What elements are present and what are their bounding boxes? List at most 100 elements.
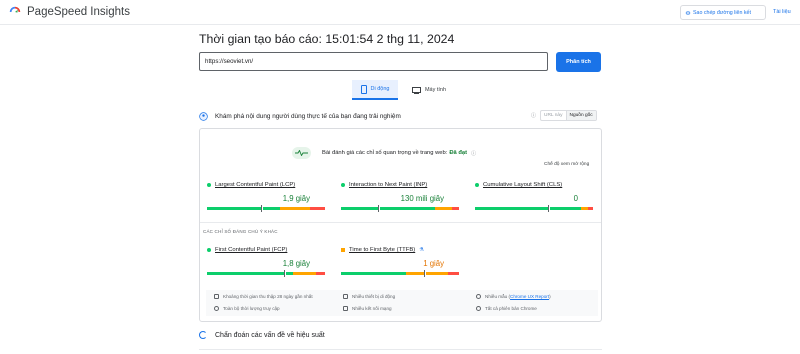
desktop-icon [411,86,421,94]
metric-name[interactable]: Time to First Byte (TTFB) [349,247,415,253]
bar-good-segment [207,207,281,210]
copy-link-button[interactable]: Sao chép đường liên kết [680,5,766,20]
metric-name[interactable]: Cumulative Layout Shift (CLS) [483,182,562,188]
diagnose-heading-text: Chẩn đoán các vấn đề về hiệu suất [215,331,325,339]
diagnose-heading: Chẩn đoán các vấn đề về hiệu suất [199,331,325,339]
metric-lcp: Largest Contentful Paint (LCP) 1,9 giây [207,182,325,212]
distribution-bar [207,270,325,277]
cwv-assessment: Bài đánh giá các chỉ số quan trọng về tr… [292,147,476,159]
pulse-icon [295,150,308,156]
chrome-ux-report-link[interactable]: Chrome UX Report [510,294,549,299]
users-icon [199,111,208,121]
assessment-result: Đã đạt [449,150,468,156]
metric-inp: Interaction to Next Paint (INP) 130 mili… [341,182,459,212]
divider [200,222,601,223]
info-samples: Nhiều mẫu (Chrome UX Report) [476,294,551,299]
analyze-button[interactable]: Phân tích [556,52,601,72]
info-duration-text: Toàn bộ thời lượng truy cập [223,306,280,311]
url-origin-toggle[interactable]: URL này Nguồn gốc [540,110,597,121]
status-dot [207,248,211,252]
distribution-bar [207,205,325,212]
info-period: Khoảng thời gian thu thập 28 ngày gần nh… [214,294,313,299]
bar-good-segment [475,207,582,210]
info-connections: Nhiều kết nối mạng [343,306,392,311]
info-connections-text: Nhiều kết nối mạng [352,306,392,311]
bar-average-segment [293,272,316,275]
info-period-text: Khoảng thời gian thu thập 28 ngày gần nh… [223,294,313,299]
info-devices-text: Nhiều thiết bị di động [352,294,396,299]
clock-icon [214,306,219,311]
metric-name[interactable]: First Contentful Paint (FCP) [215,247,287,253]
seg-origin[interactable]: Nguồn gốc [565,111,596,120]
pagespeed-logo-icon [9,6,21,13]
app-name: PageSpeed Insights [27,6,130,18]
metric-name[interactable]: Largest Contentful Paint (LCP) [215,182,295,188]
distribution-bar [341,205,459,212]
info-chrome-text: Tất cả phiên bản Chrome [485,306,537,311]
status-dot [341,183,345,187]
tab-desktop[interactable]: Máy tính [404,80,454,100]
bar-good-segment [341,272,406,275]
other-metrics-label: CÁC CHỈ SỐ ĐÁNG CHÚ Ý KHÁC [203,229,278,234]
seg-url[interactable]: URL này [541,111,566,120]
people-icon [476,294,481,299]
percentile-marker [423,270,426,277]
tab-mobile-label: Di động [370,86,390,92]
metric-value: 1,9 giây [282,194,310,203]
distribution-bar [475,205,593,212]
metric-fcp: First Contentful Paint (FCP) 1,8 giây [207,247,325,277]
percentile-marker [261,205,264,212]
status-square [341,248,345,252]
percentile-marker [283,270,286,277]
cwv-badge [292,147,311,159]
info-duration: Toàn bộ thời lượng truy cập [214,306,280,311]
metric-value: 130 mili giây [400,194,444,203]
copy-link-label: Sao chép đường liên kết [693,9,751,16]
percentile-marker [377,205,380,212]
tab-mobile[interactable]: Di động [352,80,398,100]
bar-average-segment [405,272,449,275]
info-samples-text: Nhiều mẫu [485,294,508,299]
status-dot [207,183,211,187]
chrome-icon [476,306,481,311]
bar-good-segment [341,207,436,210]
metric-value: 0 [573,194,578,203]
assessment-info-icon[interactable]: ⓘ [471,150,476,157]
distribution-bar [341,270,459,277]
bar-poor-segment [448,272,459,275]
metric-value: 1,8 giây [282,259,310,268]
mobile-icon [360,84,367,94]
bar-good-segment [207,272,294,275]
assessment-prefix: Bài đánh giá các chỉ số quan trọng về tr… [322,150,448,156]
bar-average-segment [581,207,589,210]
bar-poor-segment [451,207,459,210]
experimental-icon: ⚗ [419,247,424,253]
bar-average-segment [435,207,452,210]
calendar-icon [214,294,219,299]
status-dot [475,183,479,187]
divider [199,349,602,350]
url-input[interactable]: https://seoviet.vn/ [199,52,548,71]
metric-ttfb: Time to First Byte (TTFB) ⚗ 1 giây [341,247,459,277]
info-chrome: Tất cả phiên bản Chrome [476,306,537,311]
info-icon[interactable]: ⓘ [531,112,536,119]
report-title: Thời gian tạo báo cáo: 15:01:54 2 thg 11… [199,32,455,46]
app-logo[interactable]: PageSpeed Insights [8,5,130,19]
bar-poor-segment [588,207,593,210]
metric-name[interactable]: Interaction to Next Paint (INP) [349,182,427,188]
field-data-heading-text: Khám phá nội dung người dùng thực tế của… [215,112,401,120]
loading-spinner-icon [199,331,207,339]
metric-cls: Cumulative Layout Shift (CLS) 0 [475,182,593,212]
bar-poor-segment [309,207,325,210]
percentile-marker [548,205,551,212]
wifi-icon [343,306,348,311]
bar-average-segment [280,207,310,210]
metric-value: 1 giây [423,259,444,268]
link-icon [685,11,691,14]
docs-link[interactable]: Tài liệu [773,9,791,15]
devices-icon [343,294,348,299]
bar-poor-segment [315,272,325,275]
tab-desktop-label: Máy tính [424,87,447,93]
info-devices: Nhiều thiết bị di động [343,294,395,299]
expand-view-toggle[interactable]: Chế độ xem mở rộng [544,162,589,167]
